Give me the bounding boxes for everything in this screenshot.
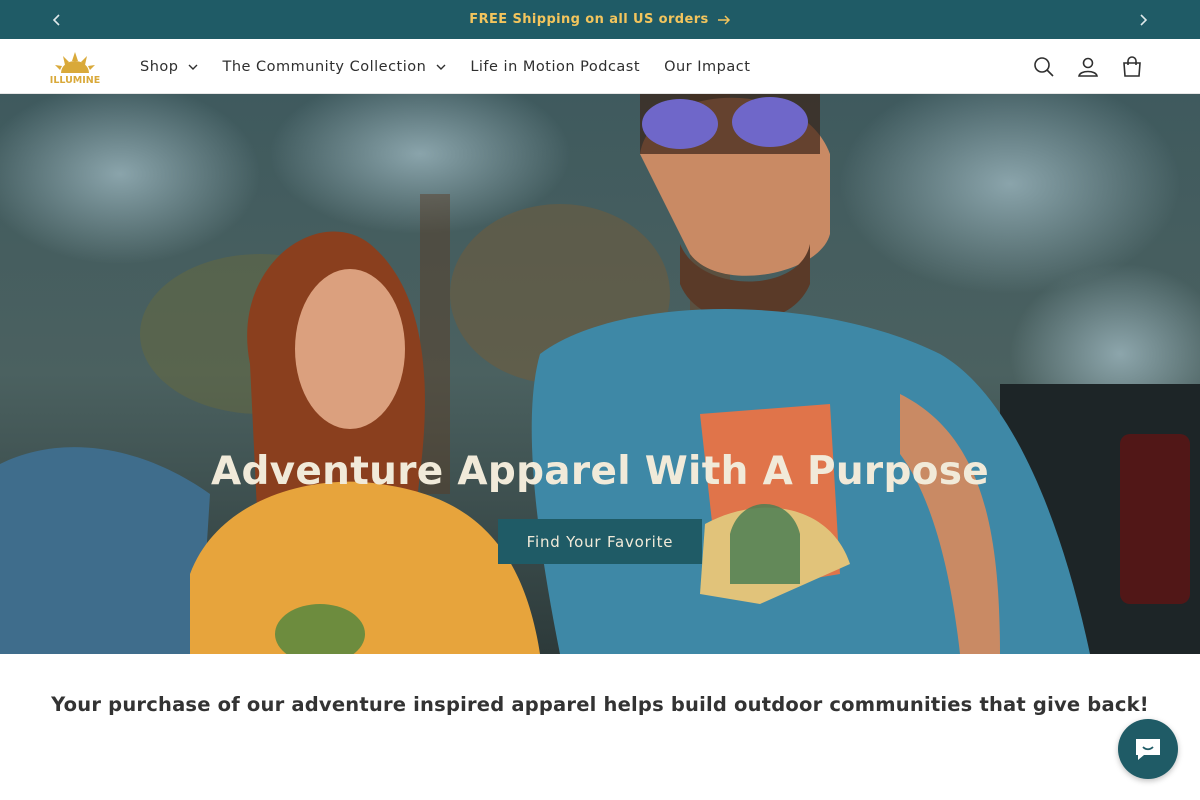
arrow-right-icon [717, 14, 730, 25]
nav-item-podcast[interactable]: Life in Motion Podcast [458, 39, 652, 94]
chevron-left-icon [52, 13, 60, 26]
logo-sun-icon: ILLUMINE [50, 52, 100, 86]
chat-icon [1136, 739, 1160, 760]
nav-item-shop[interactable]: Shop [128, 39, 210, 94]
search-icon [1034, 56, 1054, 77]
nav-item-our-impact[interactable]: Our Impact [652, 39, 762, 94]
nav-item-label: Life in Motion Podcast [470, 58, 641, 75]
announcement-text: FREE Shipping on all US orders [469, 12, 709, 27]
announcement-prev-button[interactable] [37, 0, 77, 39]
hero-photo [0, 94, 1200, 654]
nav-item-community-collection[interactable]: The Community Collection [210, 39, 458, 94]
nav-item-label: The Community Collection [222, 58, 427, 75]
tagline-heading: Your purchase of our adventure inspired … [51, 693, 1149, 716]
header-actions [1022, 39, 1154, 94]
site-header: ILLUMINE Shop The Community Collection L… [0, 39, 1200, 94]
announcement-next-button[interactable] [1123, 0, 1163, 39]
chevron-down-icon [436, 64, 446, 70]
announcement-link[interactable]: FREE Shipping on all US orders [469, 12, 730, 27]
find-your-favorite-button[interactable]: Find Your Favorite [498, 519, 702, 564]
svg-text:ILLUMINE: ILLUMINE [50, 75, 100, 86]
hero-banner: Adventure Apparel With A Purpose Find Yo… [0, 94, 1200, 654]
account-icon [1078, 57, 1098, 77]
account-button[interactable] [1066, 45, 1110, 89]
cart-button[interactable] [1110, 45, 1154, 89]
search-button[interactable] [1022, 45, 1066, 89]
chevron-down-icon [188, 64, 198, 70]
main-nav: Shop The Community Collection Life in Mo… [128, 39, 762, 94]
nav-item-label: Our Impact [664, 58, 751, 75]
hero-title: Adventure Apparel With A Purpose [210, 449, 990, 494]
nav-item-label: Shop [140, 58, 179, 75]
cart-icon [1123, 55, 1141, 77]
chat-button[interactable] [1118, 719, 1178, 779]
announcement-bar: FREE Shipping on all US orders [0, 0, 1200, 39]
chevron-right-icon [1140, 13, 1148, 26]
illumine-logo[interactable]: ILLUMINE [50, 46, 100, 86]
